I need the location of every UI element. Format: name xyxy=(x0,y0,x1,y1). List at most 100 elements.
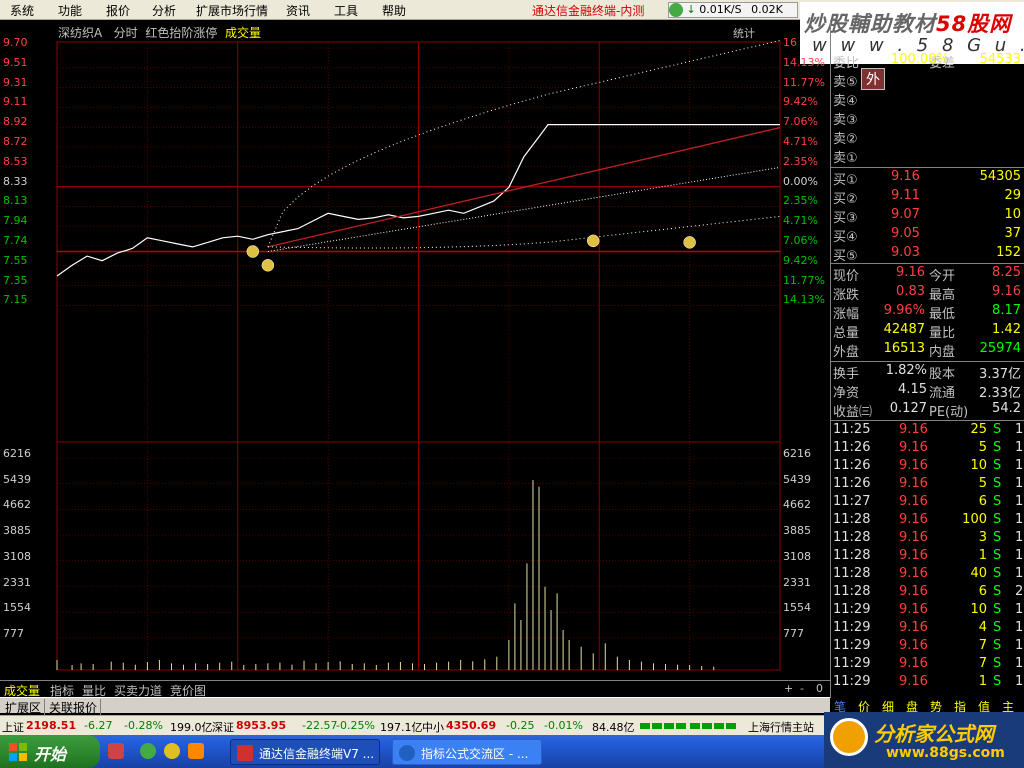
sell-level-row[interactable]: 卖② xyxy=(831,128,1024,147)
menu-system[interactable]: 系统 xyxy=(10,2,34,19)
trade-count: 1 xyxy=(1015,566,1024,581)
trade-time: 11:27 xyxy=(833,494,871,509)
fundamental-value: 54.2 xyxy=(992,401,1021,416)
start-button[interactable]: 开始 xyxy=(0,735,100,768)
trade-time: 11:29 xyxy=(833,602,871,617)
menu-quote[interactable]: 报价 xyxy=(106,2,130,19)
trade-side: S xyxy=(993,584,1002,599)
menu-function[interactable]: 功能 xyxy=(58,2,82,19)
commission-ratio-row: 委比 100.00% 委差 54533 xyxy=(831,52,1024,71)
trade-side: S xyxy=(993,458,1002,473)
tick-trade-row[interactable]: 11:26 9.16 10 S 1 xyxy=(831,458,1024,476)
stats-label[interactable]: 统计 xyxy=(733,25,755,41)
price-axis-tick: 7.35 xyxy=(3,273,28,287)
trade-volume: 6 xyxy=(978,584,987,599)
tab-volume-ratio[interactable]: 量比 xyxy=(80,682,108,698)
tick-trade-row[interactable]: 11:29 9.16 7 S 1 xyxy=(831,638,1024,656)
price-axis-tick: 9.11 xyxy=(3,95,28,109)
chart-canvas[interactable] xyxy=(0,20,830,680)
task-tdx-terminal[interactable]: 通达信金融终端V7 ... xyxy=(230,739,380,765)
quicklaunch-firefox-icon[interactable] xyxy=(188,743,204,759)
pct-axis-tick: 4.71% xyxy=(783,214,818,228)
watermark-88gs-title: 分析家公式网 xyxy=(874,722,994,746)
tick-trade-row[interactable]: 11:27 9.16 6 S 1 xyxy=(831,494,1024,512)
tab-related-quote[interactable]: 关联报价 xyxy=(46,699,102,716)
quote-info-key: 外盘 xyxy=(833,345,860,360)
menu-extended-market[interactable]: 扩展市场行情 xyxy=(196,2,268,19)
tick-trade-row[interactable]: 11:28 9.16 6 S 2 xyxy=(831,584,1024,602)
tick-trade-row[interactable]: 11:29 9.16 1 S 1 xyxy=(831,674,1024,692)
fundamental-value: 0.127 xyxy=(889,401,927,416)
quote-info-row: 涨跌 0.83 最高 9.16 xyxy=(831,284,1024,303)
quote-panel: 委比 100.00% 委差 54533 卖⑤ 卖④ 卖③ 卖② 卖① 外 买① 9.16 5… xyxy=(830,20,1024,698)
zoom-in-button[interactable]: + xyxy=(784,682,793,695)
trade-price: 9.16 xyxy=(899,602,928,617)
chart-header: 深纺织A 分时 红色抬阶涨停 成交量 xyxy=(58,24,261,41)
quote-info-row: 现价 9.16 今开 8.25 xyxy=(831,265,1024,284)
menu-news[interactable]: 资讯 xyxy=(286,2,310,19)
zoom-out-button[interactable]: - xyxy=(800,682,804,695)
buy-level-row[interactable]: 买② 9.11 29 xyxy=(831,188,1024,207)
network-icon xyxy=(669,3,683,17)
trade-time: 11:29 xyxy=(833,674,871,689)
quote-info-value: 42487 xyxy=(883,322,925,337)
buy-level-row[interactable]: 买⑤ 9.03 152 xyxy=(831,245,1024,264)
tick-trade-row[interactable]: 11:28 9.16 100 S 1 xyxy=(831,512,1024,530)
tick-trade-row[interactable]: 11:26 9.16 5 S 1 xyxy=(831,440,1024,458)
quicklaunch-app-icon[interactable] xyxy=(108,743,124,759)
pct-axis-tick: 7.06% xyxy=(783,115,818,129)
menu-analysis[interactable]: 分析 xyxy=(152,2,176,19)
sz-index-label: 深证 xyxy=(212,721,234,734)
tab-auction-chart[interactable]: 竞价图 xyxy=(168,682,208,698)
money-signal-icon xyxy=(586,234,600,248)
menu-help[interactable]: 帮助 xyxy=(382,2,406,19)
quote-panel-tabs: 笔 价 细 盘 势 指 值 主 xyxy=(830,698,1024,714)
sell-level-row[interactable]: 卖④ xyxy=(831,90,1024,109)
intraday-chart[interactable]: 深纺织A 分时 红色抬阶涨停 成交量 统计 9.70 16 9.51 14.13% 9.… xyxy=(0,20,830,694)
zoom-reset-button[interactable]: 0 xyxy=(816,682,823,695)
buy-level-row[interactable]: 买① 9.16 54305 xyxy=(831,169,1024,188)
trade-side: S xyxy=(993,530,1002,545)
trade-time: 11:29 xyxy=(833,656,871,671)
quote-info-value: 25974 xyxy=(979,341,1021,356)
tick-trade-row[interactable]: 11:28 9.16 40 S 1 xyxy=(831,566,1024,584)
tick-trade-row[interactable]: 11:28 9.16 3 S 1 xyxy=(831,530,1024,548)
tab-extension-area[interactable]: 扩展区 xyxy=(2,699,46,716)
tab-indicator[interactable]: 指标 xyxy=(48,682,76,698)
separator xyxy=(831,420,1024,421)
commission-ratio-label: 委比 xyxy=(833,56,860,71)
quicklaunch-browser-icon[interactable] xyxy=(140,743,156,759)
trade-side: S xyxy=(993,512,1002,527)
fundamental-key: 换手 xyxy=(833,367,860,382)
buy-level-row[interactable]: 买④ 9.05 37 xyxy=(831,226,1024,245)
quicklaunch-media-icon[interactable] xyxy=(164,743,180,759)
trade-count: 1 xyxy=(1015,440,1024,455)
buy-level-row[interactable]: 买③ 9.07 10 xyxy=(831,207,1024,226)
tick-trade-row[interactable]: 11:29 9.16 10 S 1 xyxy=(831,602,1024,620)
task-browser-forum[interactable]: 指标公式交流区 - ... xyxy=(392,739,542,765)
window-title: 通达信金融终端-内测 xyxy=(532,4,645,18)
trade-side: S xyxy=(993,566,1002,581)
trade-price: 9.16 xyxy=(899,584,928,599)
tick-trade-row[interactable]: 11:26 9.16 5 S 1 xyxy=(831,476,1024,494)
server-name[interactable]: 上海行情主站 xyxy=(748,719,814,735)
quote-info-row: 外盘 16513 内盘 25974 xyxy=(831,341,1024,360)
tick-trade-row[interactable]: 11:29 9.16 7 S 1 xyxy=(831,656,1024,674)
sell-level-row[interactable]: 卖① xyxy=(831,147,1024,166)
sell-level-row[interactable]: 卖⑤ xyxy=(831,71,1024,90)
trade-count: 2 xyxy=(1015,584,1024,599)
tab-buy-sell-power[interactable]: 买卖力道 xyxy=(112,682,164,698)
sh-index-label: 上证 xyxy=(2,721,24,734)
volume-axis-tick: 1554 xyxy=(783,601,811,615)
tick-trade-row[interactable]: 11:28 9.16 1 S 1 xyxy=(831,548,1024,566)
outer-trade-badge[interactable]: 外 xyxy=(861,68,885,90)
menu-tools[interactable]: 工具 xyxy=(334,2,358,19)
sh-index-amount: 199.0亿 xyxy=(170,721,213,734)
buy-level-price: 9.07 xyxy=(891,207,920,222)
sell-level-row[interactable]: 卖③ xyxy=(831,109,1024,128)
trade-count: 1 xyxy=(1015,656,1024,671)
tab-volume[interactable]: 成交量 xyxy=(2,682,42,698)
sz-index-amount: 197.1亿 xyxy=(380,721,423,734)
tick-trade-row[interactable]: 11:29 9.16 4 S 1 xyxy=(831,620,1024,638)
tick-trade-row[interactable]: 11:25 9.16 25 S 1 xyxy=(831,422,1024,440)
